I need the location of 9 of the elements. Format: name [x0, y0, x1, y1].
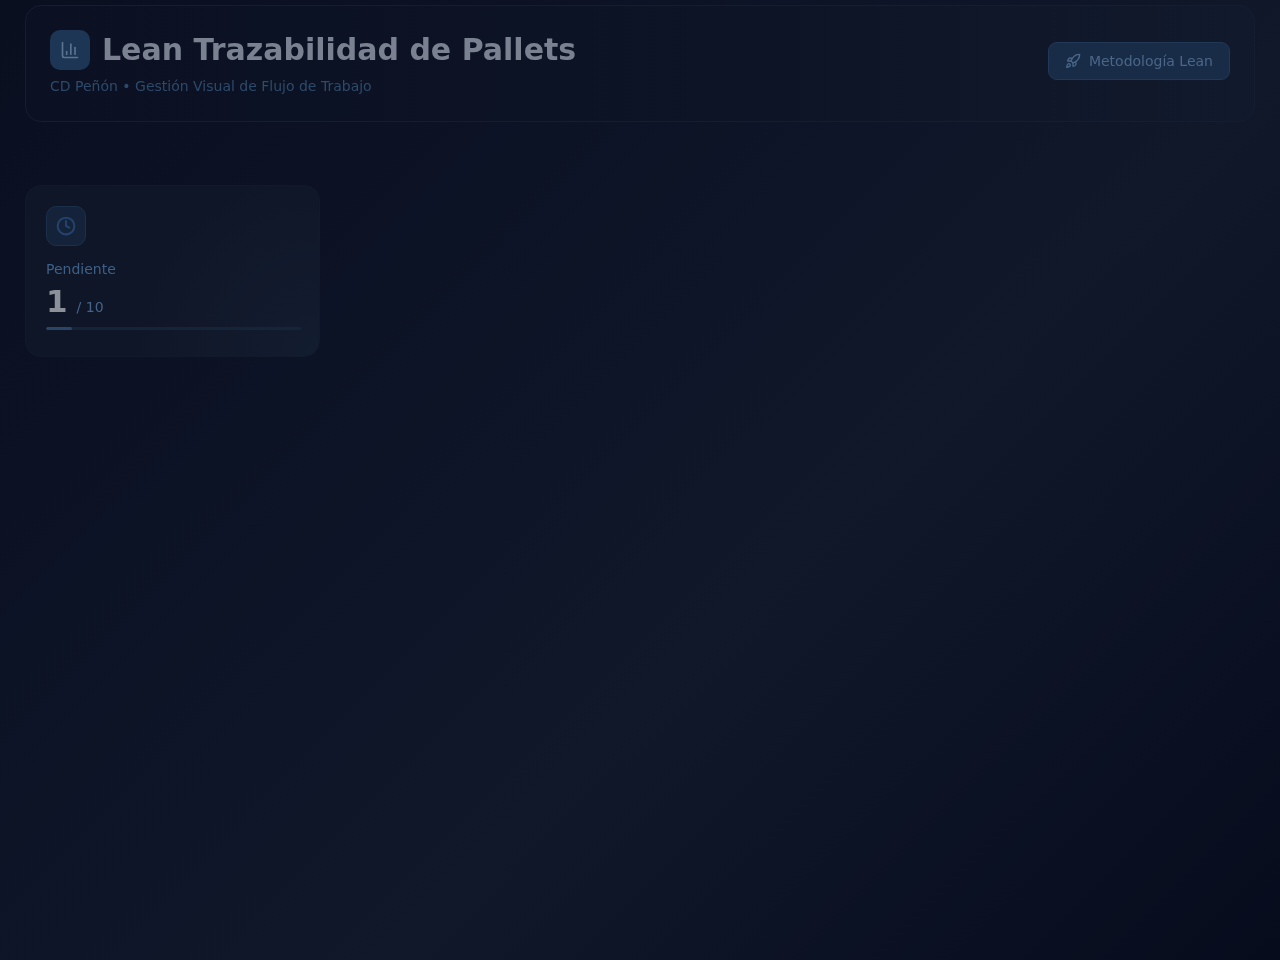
clock-icon	[46, 206, 86, 246]
bar-chart-icon	[50, 29, 90, 70]
page-title: Lean Trazabilidad de Pallets	[102, 32, 577, 67]
stat-total: / 10	[76, 299, 104, 315]
rocket-icon	[1064, 53, 1081, 69]
stat-label: Pendiente	[46, 261, 116, 277]
methodology-button[interactable]: Metodología Lean	[1047, 42, 1230, 80]
page-subtitle: CD Peñón • Gestión Visual de Flujo de Trabajo	[50, 77, 373, 94]
stat-value: 1	[46, 283, 68, 319]
